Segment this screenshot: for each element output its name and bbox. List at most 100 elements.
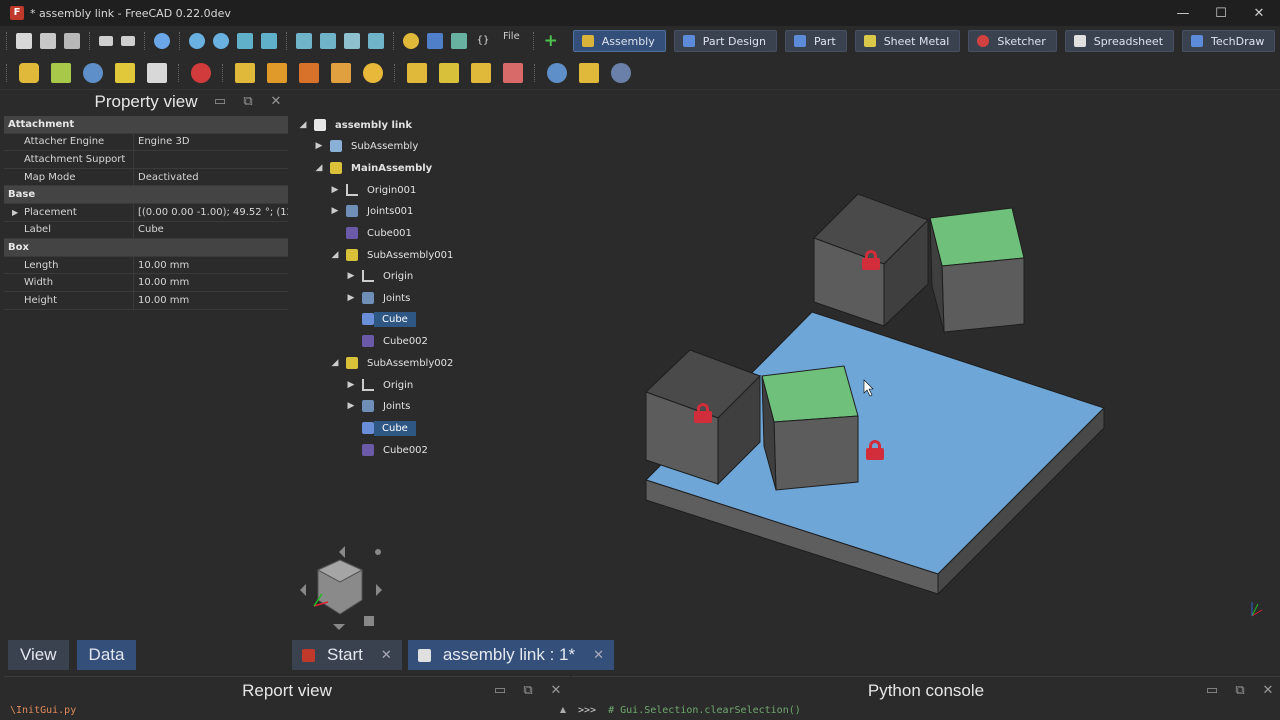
cube-face[interactable] <box>941 257 1025 333</box>
property-value[interactable] <box>134 151 288 168</box>
dock-detach-icon[interactable]: ⧉ <box>520 683 536 699</box>
expand-arrow-icon[interactable]: ▶ <box>346 293 356 303</box>
view-menu-icon[interactable] <box>237 33 253 49</box>
rack-pinion-icon[interactable] <box>503 62 523 83</box>
property-value[interactable]: Deactivated <box>134 169 288 186</box>
tree-item-subassembly[interactable]: ▶ SubAssembly <box>314 137 422 155</box>
tree-item-cube002[interactable]: Cube002 <box>346 332 432 350</box>
property-row[interactable]: Length 10.00 mm <box>4 256 288 275</box>
workbench-tab-part[interactable]: Part <box>784 30 847 52</box>
tree-item-joints[interactable]: ▶ Joints <box>346 397 414 415</box>
property-group-header[interactable]: Base <box>4 186 288 204</box>
cube-face[interactable] <box>773 415 859 491</box>
group-icon[interactable] <box>427 33 443 49</box>
zoom-select-icon[interactable] <box>213 33 229 49</box>
tab-start[interactable]: Start ✕ <box>292 640 402 670</box>
expand-arrow-icon[interactable]: ▶ <box>330 206 340 216</box>
collapse-arrow-icon[interactable]: ◢ <box>298 120 308 130</box>
solve-assembly-icon[interactable] <box>83 62 103 83</box>
record-icon[interactable] <box>368 33 384 49</box>
nav-view-menu-icon[interactable] <box>364 616 374 626</box>
nav-left-arrow-icon[interactable] <box>300 584 306 596</box>
close-window-button[interactable]: ✕ <box>1240 0 1278 26</box>
property-group-header[interactable]: Attachment <box>4 116 288 134</box>
ball-joint-icon[interactable] <box>331 62 351 83</box>
expand-arrow-icon[interactable]: ▶ <box>346 401 356 411</box>
expand-arrow-icon[interactable]: ▶ <box>346 271 356 281</box>
tree-item-cube-selected[interactable]: Cube <box>346 419 416 437</box>
zoom-fit-icon[interactable] <box>189 33 205 49</box>
expand-arrow-icon[interactable]: ▶ <box>314 141 324 151</box>
expression-icon[interactable]: {} <box>475 33 491 49</box>
property-group-header[interactable]: Box <box>4 239 288 257</box>
python-console-line[interactable]: >>> # Gui.Selection.clearSelection() <box>578 705 801 716</box>
fixed-joint-icon[interactable] <box>191 62 211 83</box>
tree-item-origin[interactable]: ▶ Origin <box>346 267 417 285</box>
close-tab-icon[interactable]: ✕ <box>381 640 392 670</box>
property-row[interactable]: Map Mode Deactivated <box>4 168 288 187</box>
std-part-icon[interactable] <box>403 33 419 49</box>
save-icon[interactable] <box>64 33 80 49</box>
selected-cube-top[interactable] <box>929 207 1025 267</box>
create-assembly-icon[interactable] <box>19 62 39 83</box>
nav-down-arrow-icon[interactable] <box>333 624 345 630</box>
angle-joint-icon[interactable] <box>471 62 491 83</box>
tree-item-subassembly001[interactable]: ◢ SubAssembly001 <box>330 246 457 264</box>
screw-joint-icon[interactable] <box>547 62 567 83</box>
dock-float-icon[interactable]: ▭ <box>212 94 228 110</box>
tree-item-origin001[interactable]: ▶ Origin001 <box>330 181 420 199</box>
workbench-tab-sketcher[interactable]: Sketcher <box>968 30 1057 52</box>
property-value[interactable]: Engine 3D <box>134 134 288 151</box>
slider-joint-icon[interactable] <box>299 62 319 83</box>
expand-arrow-icon[interactable]: ▶ <box>330 185 340 195</box>
tab-data[interactable]: Data <box>76 640 137 670</box>
navigation-cube[interactable] <box>300 546 382 630</box>
tree-item-origin[interactable]: ▶ Origin <box>346 376 417 394</box>
property-row[interactable]: Width 10.00 mm <box>4 274 288 292</box>
workbench-tab-part-design[interactable]: Part Design <box>673 30 777 52</box>
minimize-button[interactable]: — <box>1164 0 1202 26</box>
link-icon[interactable] <box>451 33 467 49</box>
plus-icon[interactable]: + <box>543 33 559 50</box>
selected-cube-top[interactable] <box>761 365 859 423</box>
belt-joint-icon[interactable] <box>611 62 631 83</box>
workbench-tab-sheet-metal[interactable]: Sheet Metal <box>854 30 961 52</box>
property-row[interactable]: Attacher Engine Engine 3D <box>4 133 288 152</box>
new-doc-icon[interactable] <box>16 33 32 49</box>
expand-arrow-icon[interactable]: ▶ <box>12 208 18 217</box>
collapse-arrow-icon[interactable]: ◢ <box>330 358 340 368</box>
property-row[interactable]: Height 10.00 mm <box>4 291 288 310</box>
refresh-icon[interactable] <box>154 33 170 49</box>
property-value[interactable]: Cube <box>134 222 288 239</box>
tree-item-joints[interactable]: ▶ Joints <box>346 289 414 307</box>
workbench-tab-assembly[interactable]: Assembly <box>572 30 666 52</box>
tree-item-cube001[interactable]: Cube001 <box>330 224 416 242</box>
property-value[interactable]: 10.00 mm <box>134 274 288 291</box>
close-tab-icon[interactable]: ✕ <box>593 640 604 670</box>
zoom-box-icon[interactable] <box>261 33 277 49</box>
perpendicular-joint-icon[interactable] <box>439 62 459 83</box>
tab-assembly-link[interactable]: assembly link : 1* ✕ <box>407 640 614 670</box>
parallel-joint-icon[interactable] <box>407 62 427 83</box>
tree-item-cube-selected[interactable]: Cube <box>346 310 416 328</box>
property-value[interactable]: 10.00 mm <box>134 292 288 309</box>
nav-menu-icon[interactable] <box>375 549 381 555</box>
scroll-up-arrow-icon[interactable]: ▲ <box>560 705 566 714</box>
nav-up-arrow-icon[interactable] <box>339 546 345 558</box>
maximize-button[interactable]: ☐ <box>1202 0 1240 26</box>
property-value[interactable]: [(0.00 0.00 -1.00); 49.52 °; (12.5... <box>134 204 288 221</box>
property-row[interactable]: ▶ Placement [(0.00 0.00 -1.00); 49.52 °; (… <box>4 203 288 222</box>
cylindrical-joint-icon[interactable] <box>267 62 287 83</box>
collapse-arrow-icon[interactable]: ◢ <box>314 163 324 173</box>
close-panel-icon[interactable]: ✕ <box>268 94 284 110</box>
close-panel-icon[interactable]: ✕ <box>1260 683 1276 699</box>
3d-view[interactable]: ◢ assembly link ▶ SubAssembly ◢ MainAsse… <box>292 90 1280 638</box>
property-value[interactable]: 10.00 mm <box>134 257 288 274</box>
open-icon[interactable] <box>40 33 56 49</box>
workbench-tab-techdraw[interactable]: TechDraw <box>1182 30 1276 52</box>
tree-item-subassembly002[interactable]: ◢ SubAssembly002 <box>330 354 457 372</box>
dock-detach-icon[interactable]: ⧉ <box>240 94 256 110</box>
expand-arrow-icon[interactable]: ▶ <box>346 380 356 390</box>
tree-item-cube002[interactable]: Cube002 <box>346 441 432 459</box>
file-menu-label[interactable]: File <box>503 31 520 42</box>
